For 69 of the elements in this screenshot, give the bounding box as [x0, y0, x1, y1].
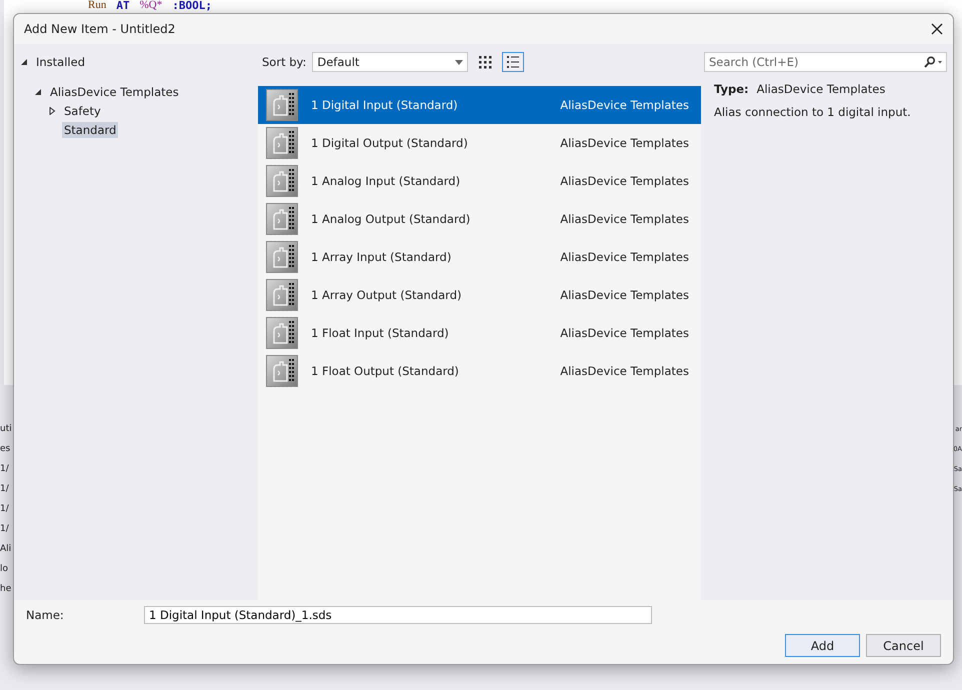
template-list-item[interactable]: 1 Digital Output (Standard) AliasDevice Templates	[258, 124, 701, 162]
template-name: 1 Digital Input (Standard)	[311, 98, 459, 112]
background-text: Ali	[0, 543, 12, 556]
expanded-arrow-icon[interactable]	[34, 88, 42, 96]
close-icon[interactable]	[929, 21, 945, 37]
template-list-item[interactable]: 1 Digital Input (Standard) AliasDevice Templates	[258, 86, 701, 124]
background-text: es	[0, 443, 12, 456]
tree-item[interactable]: Standard	[62, 122, 118, 138]
template-category: AliasDevice Templates	[560, 212, 689, 226]
type-value: AliasDevice Templates	[756, 82, 886, 96]
template-category: AliasDevice Templates	[560, 174, 689, 188]
tree-item[interactable]: Safety	[62, 102, 103, 118]
template-list-item[interactable]: 1 Array Input (Standard) AliasDevice Templates	[258, 238, 701, 276]
device-template-icon	[266, 127, 298, 159]
tree-item[interactable]: Installed	[34, 54, 87, 70]
template-name: 1 Analog Input (Standard)	[311, 174, 462, 188]
template-list-item[interactable]: 1 Array Output (Standard) AliasDevice Templates	[258, 276, 701, 314]
template-list-item[interactable]: 1 Float Output (Standard) AliasDevice Templates	[258, 352, 701, 390]
device-template-icon	[266, 89, 298, 121]
template-name: 1 Analog Output (Standard)	[311, 212, 472, 226]
list-view-icon	[506, 55, 520, 69]
name-label: Name:	[26, 608, 65, 622]
search-icon	[923, 56, 943, 68]
device-template-icon	[266, 241, 298, 273]
device-template-icon	[266, 203, 298, 235]
search-field[interactable]: Search (Ctrl+E)	[704, 52, 947, 72]
template-category: AliasDevice Templates	[560, 326, 689, 340]
template-list-item[interactable]: 1 Float Input (Standard) AliasDevice Templates	[258, 314, 701, 352]
template-category: AliasDevice Templates	[560, 98, 689, 112]
grid-view-icon	[478, 55, 492, 69]
caret-icon	[455, 60, 464, 64]
template-name: 1 Digital Output (Standard)	[311, 136, 469, 150]
template-category: AliasDevice Templates	[560, 250, 689, 264]
expanded-arrow-icon[interactable]	[20, 58, 28, 66]
template-list-item[interactable]: 1 Analog Output (Standard) AliasDevice Templates	[258, 200, 701, 238]
background-text: 1/	[0, 523, 10, 536]
code-token: Run	[88, 0, 106, 11]
template-list-item[interactable]: 1 Analog Input (Standard) AliasDevice Templates	[258, 162, 701, 200]
code-token: :BOOL;	[172, 0, 212, 11]
background-text: lo	[0, 563, 10, 576]
device-template-icon	[266, 165, 298, 197]
window-title: Add New Item - Untitled2	[24, 22, 176, 36]
background-text: 1/	[0, 483, 10, 496]
collapsed-arrow-icon[interactable]	[48, 106, 56, 114]
dialog-button[interactable]: Add	[785, 634, 860, 657]
template-name: 1 Float Output (Standard)	[311, 364, 460, 378]
device-template-icon	[266, 317, 298, 349]
background-text: 1/	[0, 503, 10, 516]
sort-label: Sort by:	[262, 55, 306, 69]
device-template-icon	[266, 279, 298, 311]
template-name: 1 Array Output (Standard)	[311, 288, 462, 302]
template-category: AliasDevice Templates	[560, 364, 689, 378]
type-label: Type:	[714, 82, 749, 96]
device-template-icon	[266, 355, 298, 387]
name-field[interactable]: 1 Digital Input (Standard)_1.sds	[144, 606, 652, 624]
background-text: he	[0, 583, 12, 596]
background-text: uti	[0, 423, 13, 436]
template-category: AliasDevice Templates	[560, 136, 689, 150]
template-category: AliasDevice Templates	[560, 288, 689, 302]
dialog-button[interactable]: Cancel	[866, 634, 941, 657]
template-name: 1 Array Input (Standard)	[311, 250, 452, 264]
template-description: Alias connection to 1 digital input.	[714, 105, 912, 119]
sort-dropdown[interactable]: Default	[312, 52, 468, 72]
code-token: %Q*	[140, 0, 162, 11]
view-toggle-button[interactable]	[502, 52, 524, 72]
background-text: 1/	[0, 463, 10, 476]
code-token: AT	[116, 0, 130, 11]
template-name: 1 Float Input (Standard)	[311, 326, 450, 340]
tree-item[interactable]: AliasDevice Templates	[48, 84, 181, 100]
